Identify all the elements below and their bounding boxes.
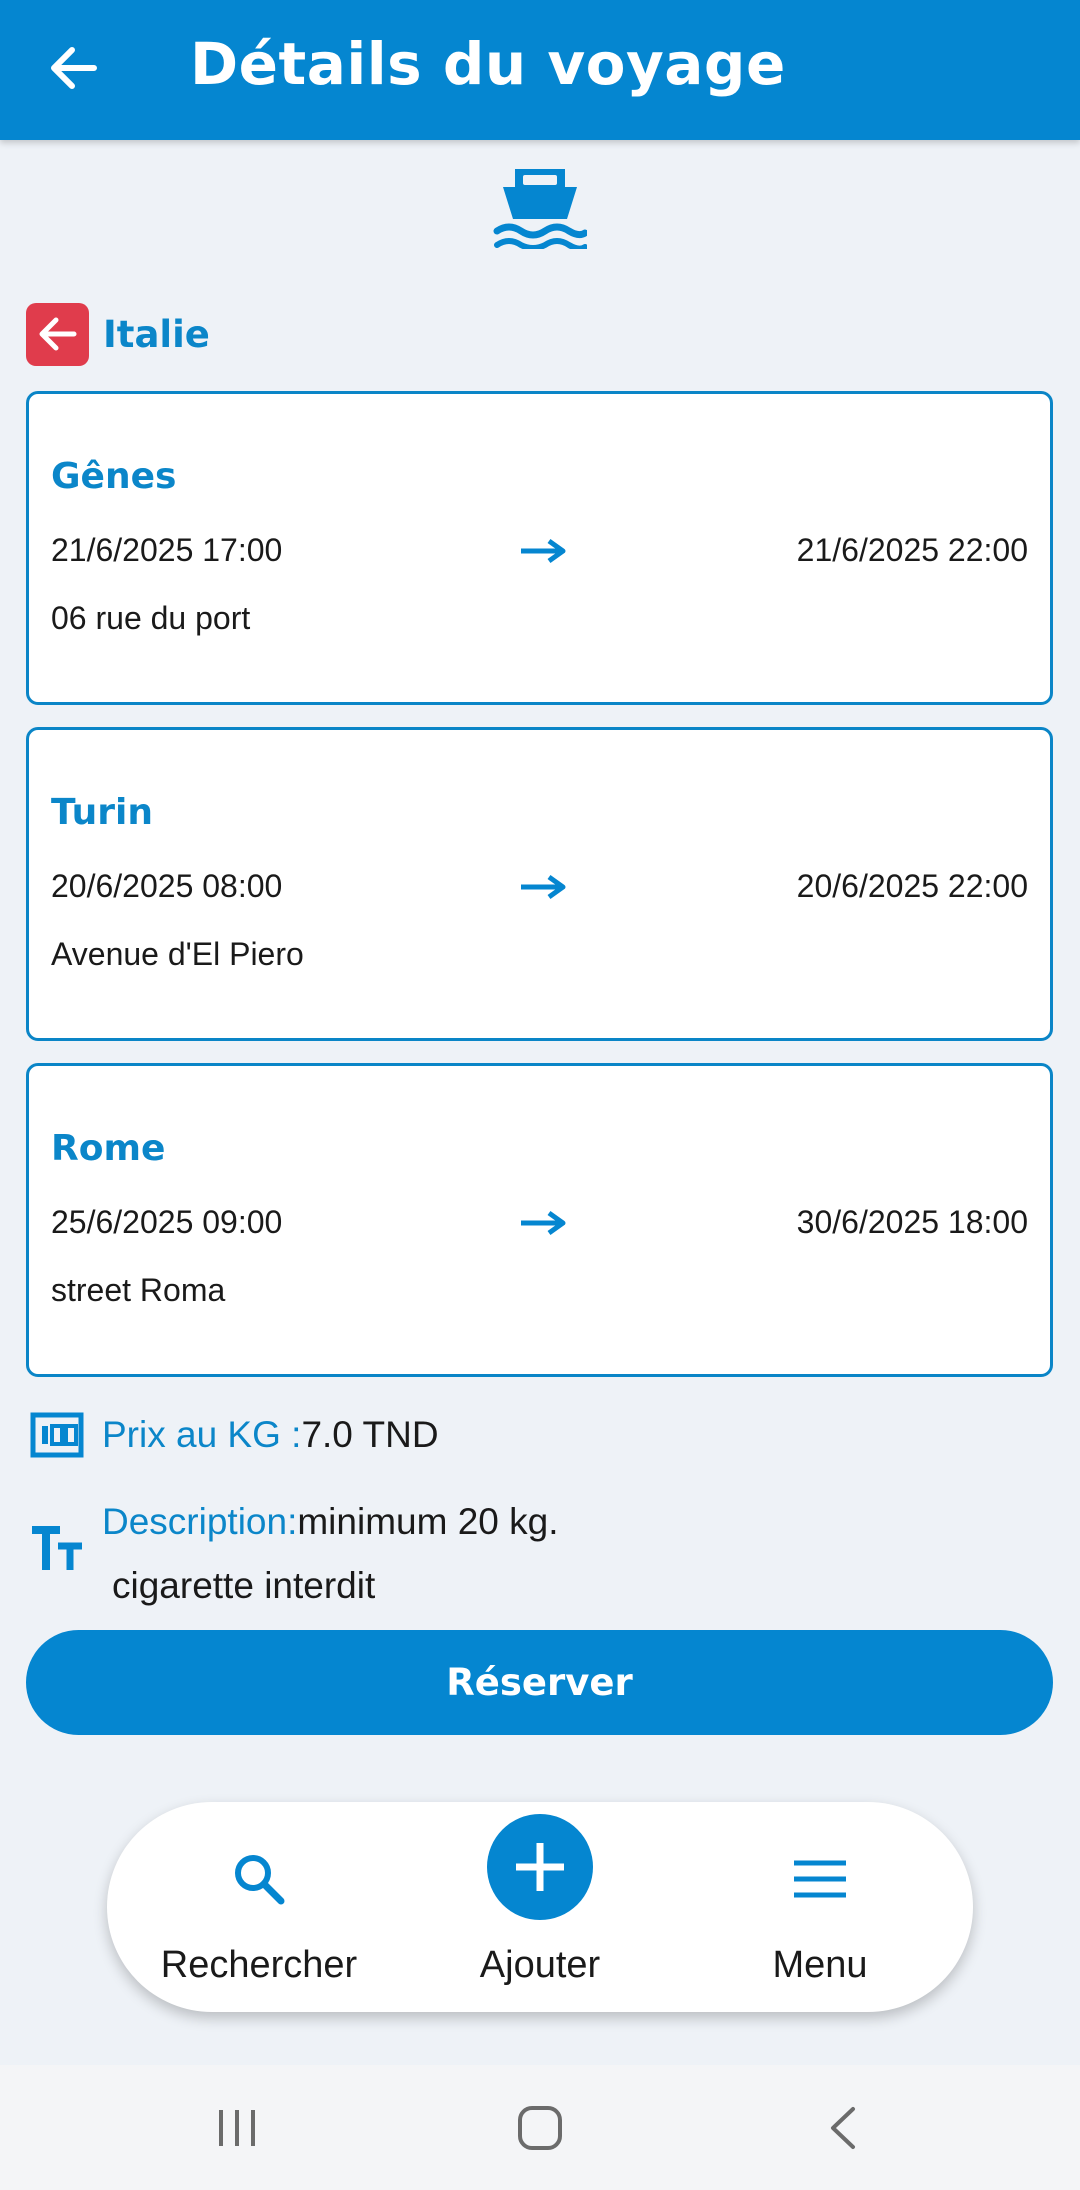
search-icon <box>235 1855 285 1905</box>
stop-address: street Roma <box>51 1272 226 1308</box>
hamburger-menu-icon <box>794 1860 846 1898</box>
page-title: Détails du voyage <box>190 30 786 98</box>
recent-apps-icon <box>219 2110 255 2146</box>
nav-search[interactable]: Rechercher <box>119 1802 399 2012</box>
nav-add-label: Ajouter <box>479 1944 601 1986</box>
price-tag-icon <box>30 1412 84 1458</box>
nav-menu-label: Menu <box>772 1944 868 1986</box>
back-button[interactable] <box>46 40 102 96</box>
stop-card[interactable]: Turin 20/6/2025 08:00 20/6/2025 22:00 Av… <box>26 727 1053 1041</box>
arrival-datetime: 30/6/2025 18:00 <box>796 1204 1028 1240</box>
arrow-left-icon <box>39 317 76 351</box>
arrow-right-icon <box>521 538 566 564</box>
home-button[interactable] <box>510 2103 570 2153</box>
price-value: 7.0 TND <box>301 1414 439 1455</box>
arrow-right-icon <box>521 874 566 900</box>
description-line1: minimum 20 kg. <box>297 1501 559 1542</box>
stop-address: 06 rue du port <box>51 600 251 636</box>
arrow-left-icon <box>51 47 97 89</box>
description-label: Description: <box>102 1501 298 1542</box>
nav-menu[interactable]: Menu <box>680 1802 960 2012</box>
reserve-button[interactable]: Réserver <box>26 1630 1053 1735</box>
plus-icon <box>516 1843 564 1891</box>
nav-add[interactable]: Ajouter <box>400 1802 680 2012</box>
stop-city: Gênes <box>51 456 177 497</box>
stop-card[interactable]: Rome 25/6/2025 09:00 30/6/2025 18:00 str… <box>26 1063 1053 1377</box>
system-nav-bar <box>0 2065 1080 2190</box>
stop-card[interactable]: Gênes 21/6/2025 17:00 21/6/2025 22:00 06… <box>26 391 1053 705</box>
description-row: Description:minimum 20 kg. cigarette int… <box>30 1494 559 1614</box>
departure-datetime: 21/6/2025 17:00 <box>51 532 283 568</box>
stop-city: Turin <box>51 792 153 833</box>
country-name: Italie <box>103 312 210 356</box>
system-back-button[interactable] <box>813 2103 873 2153</box>
price-row: Prix au KG :7.0 TND <box>30 1410 439 1468</box>
price-label: Prix au KG : <box>102 1414 302 1455</box>
nav-search-label: Rechercher <box>160 1944 358 1986</box>
back-chevron-icon <box>831 2107 855 2149</box>
app-bar: Détails du voyage <box>0 0 1080 140</box>
arrival-datetime: 20/6/2025 22:00 <box>796 868 1028 904</box>
departure-datetime: 20/6/2025 08:00 <box>51 868 283 904</box>
country-header: Italie <box>26 302 210 366</box>
stop-city: Rome <box>51 1128 166 1169</box>
arrival-datetime: 21/6/2025 22:00 <box>796 532 1028 568</box>
arrow-right-icon <box>521 1210 566 1236</box>
stop-address: Avenue d'El Piero <box>51 936 304 972</box>
recent-apps-button[interactable] <box>207 2103 267 2153</box>
country-badge <box>26 302 89 366</box>
description-line2: cigarette interdit <box>112 1565 376 1606</box>
bottom-nav: Rechercher Ajouter Menu <box>107 1802 973 2012</box>
departure-datetime: 25/6/2025 09:00 <box>51 1204 283 1240</box>
text-size-icon <box>32 1526 82 1570</box>
home-icon <box>518 2106 562 2150</box>
ship-icon <box>493 169 587 249</box>
